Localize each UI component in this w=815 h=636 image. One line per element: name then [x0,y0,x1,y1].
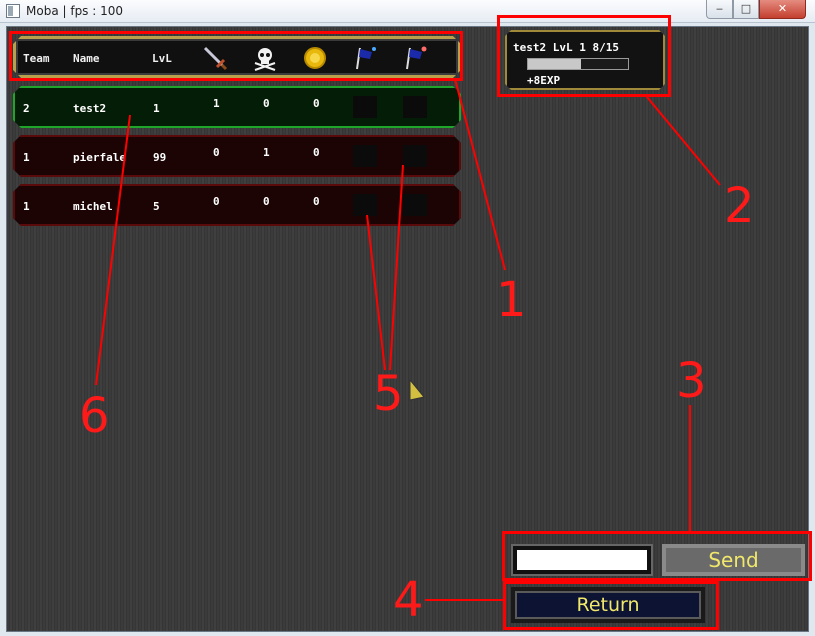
annotation-label-5: 5 [373,366,404,422]
annotation-label-2: 2 [724,178,755,234]
annotation-label-1: 1 [496,272,527,328]
annotation-label-3: 3 [676,353,707,409]
game-window: Moba | fps : 100 ‒ □ ✕ Team Name LvL 2 t… [0,0,815,636]
annotation-lines [95,78,721,601]
annotation-label-6: 6 [79,388,110,444]
annotation-label-4: 4 [393,572,424,628]
